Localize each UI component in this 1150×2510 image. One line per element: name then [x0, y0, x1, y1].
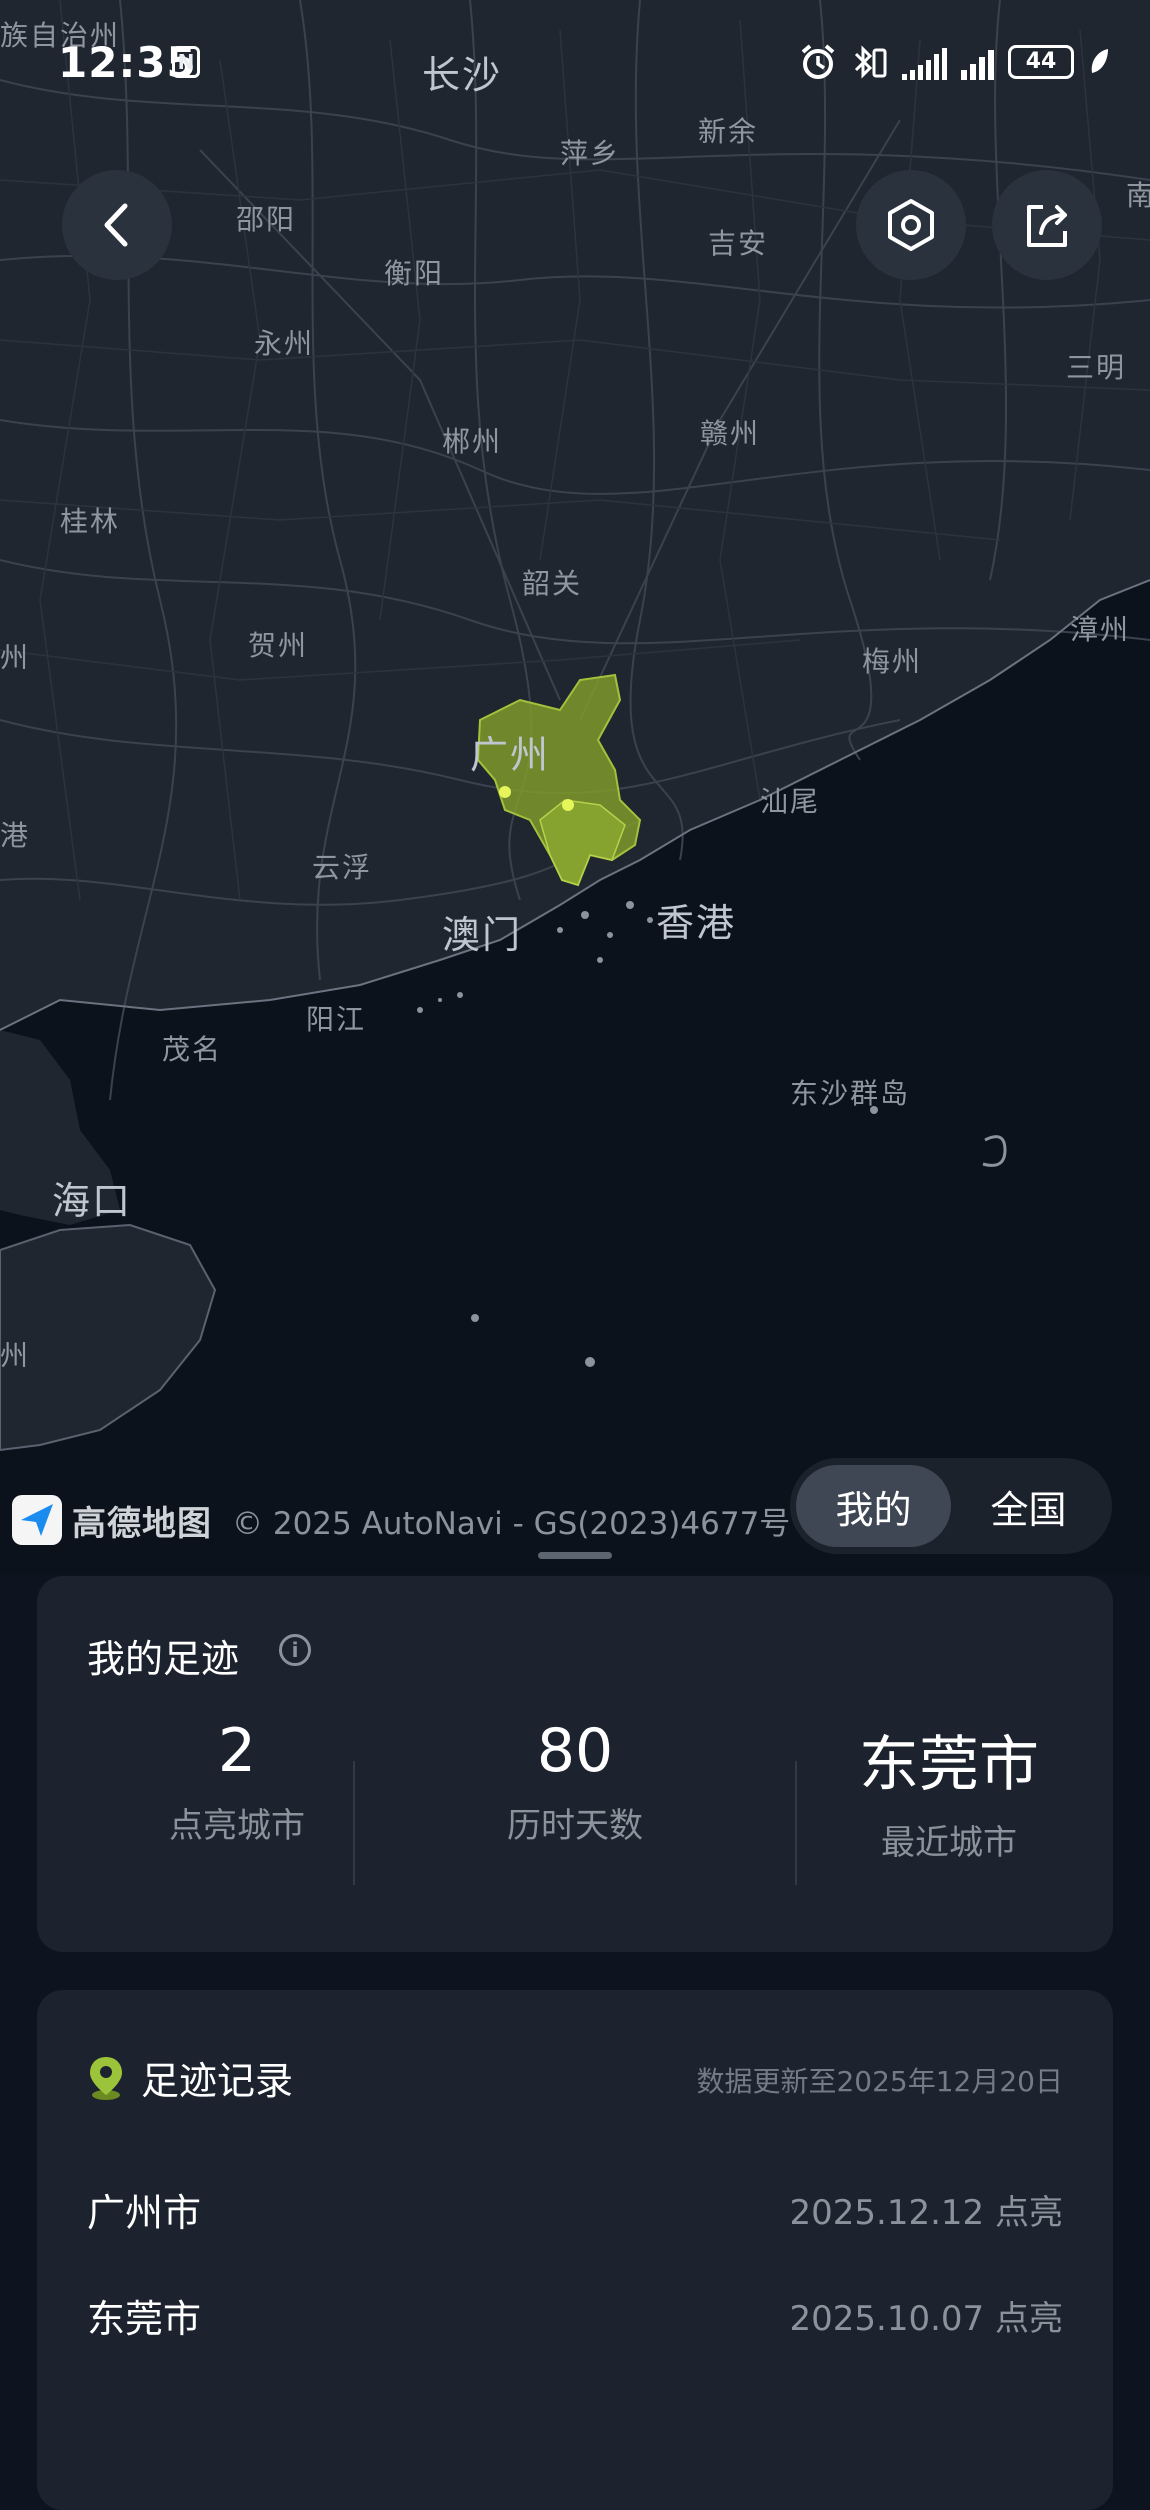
- map-label: 汕尾: [760, 785, 821, 818]
- record-date: 2025.12.12 点亮: [789, 2193, 1063, 2233]
- toggle-all[interactable]: 全国: [951, 1465, 1106, 1547]
- visit-dot-dongguan: [562, 799, 574, 811]
- footprint-map[interactable]: 族自治州 长沙 萍乡 新余 邵阳 南 衡阳 吉安 永州 三明 郴州 赣州 桂林 …: [0, 0, 1150, 1575]
- records-header: 足迹记录: [87, 2050, 293, 2105]
- stat-value: 东莞市: [859, 1730, 1039, 1800]
- map-label: 吉安: [708, 227, 769, 260]
- back-button[interactable]: [62, 170, 172, 280]
- record-city: 广州市: [87, 2191, 202, 2235]
- map-label: 州: [0, 1339, 31, 1372]
- map-label: 广州: [470, 733, 551, 777]
- signal-icon: [902, 44, 947, 80]
- nfc-icon: N: [172, 46, 200, 78]
- leaf-icon: [1091, 49, 1108, 73]
- record-date: 2025.10.07 点亮: [789, 2299, 1063, 2339]
- hexagon-settings-icon: [888, 199, 934, 251]
- alarm-icon: [801, 44, 835, 79]
- location-pin-icon: [90, 2056, 122, 2100]
- map-label: 港: [0, 819, 31, 852]
- stat-label: 历时天数: [507, 1806, 643, 1846]
- map-label: 萍乡: [560, 137, 621, 170]
- record-row[interactable]: 广州市 2025.12.12 点亮: [87, 2182, 1063, 2237]
- footprint-records-card: 足迹记录 数据更新至2025年12月20日 广州市 2025.12.12 点亮 …: [37, 1990, 1113, 2510]
- stat-days: 80 历时天数: [425, 1716, 725, 1847]
- chevron-left-icon: [104, 203, 128, 247]
- map-label: 三明: [1066, 351, 1127, 384]
- map-label: 衡阳: [384, 257, 445, 290]
- map-label: 贺州: [248, 629, 309, 662]
- status-bar: 12:35 N 44: [0, 0, 1150, 130]
- battery-icon: 44: [1008, 45, 1074, 79]
- share-button[interactable]: [992, 170, 1102, 280]
- footprint-title: 我的足迹: [87, 1637, 240, 1681]
- share-icon: [1027, 205, 1067, 247]
- records-title: 足迹记录: [141, 2059, 294, 2103]
- map-label: 南: [1126, 179, 1150, 212]
- settings-button[interactable]: [856, 170, 966, 280]
- stat-lit-cities: 2 点亮城市: [87, 1716, 387, 1847]
- map-label: 邵阳: [236, 203, 297, 236]
- map-label: 赣州: [700, 417, 761, 450]
- drag-handle[interactable]: [538, 1552, 612, 1559]
- map-attribution: 高德地图 © 2025 AutoNavi - GS(2023)4677号: [12, 1495, 790, 1545]
- signal-icon: [961, 44, 994, 80]
- map-label: 东沙群岛: [790, 1077, 911, 1110]
- visit-dot-guangzhou: [499, 786, 511, 798]
- stat-recent-city: 东莞市 最近城市: [799, 1716, 1099, 1864]
- info-icon[interactable]: i: [279, 1634, 311, 1666]
- map-label: 香港: [656, 901, 737, 945]
- map-label: 澳门: [442, 913, 523, 957]
- toggle-mine[interactable]: 我的: [796, 1465, 951, 1547]
- map-label: 阳江: [306, 1003, 367, 1036]
- divider: [795, 1761, 797, 1885]
- copyright-text: © 2025 AutoNavi - GS(2023)4677号: [232, 1505, 791, 1542]
- map-label: 郴州: [442, 425, 503, 458]
- map-label: 州: [0, 641, 31, 674]
- bluetooth-battery-icon: [854, 45, 887, 79]
- amap-logo-text: 高德地图: [72, 1503, 212, 1544]
- map-label: 海口: [52, 1179, 133, 1223]
- stat-label: 点亮城市: [169, 1806, 305, 1846]
- map-label: 桂林: [60, 505, 121, 538]
- map-label: 永州: [254, 327, 315, 360]
- footprint-summary-card: 我的足迹 i 2 点亮城市 80 历时天数 东莞市 最近城市: [37, 1576, 1113, 1952]
- amap-logo: [12, 1495, 62, 1545]
- map-label: 云浮: [312, 851, 373, 884]
- navigation-arrow-icon: [21, 1504, 53, 1536]
- stat-label: 最近城市: [881, 1823, 1017, 1863]
- update-note: 数据更新至2025年12月20日: [696, 2065, 1063, 2098]
- map-label: 韶关: [522, 567, 583, 600]
- stat-value: 80: [536, 1716, 614, 1786]
- record-city: 东莞市: [87, 2297, 202, 2341]
- map-label: 茂名: [162, 1033, 223, 1066]
- stat-value: 2: [217, 1716, 257, 1786]
- map-label: 梅州: [862, 645, 923, 678]
- record-row[interactable]: 东莞市 2025.10.07 点亮: [87, 2288, 1063, 2343]
- divider: [353, 1761, 355, 1885]
- scope-toggle[interactable]: 我的 全国: [790, 1458, 1112, 1554]
- map-base: [0, 0, 1150, 1575]
- map-label: 漳州: [1070, 613, 1131, 646]
